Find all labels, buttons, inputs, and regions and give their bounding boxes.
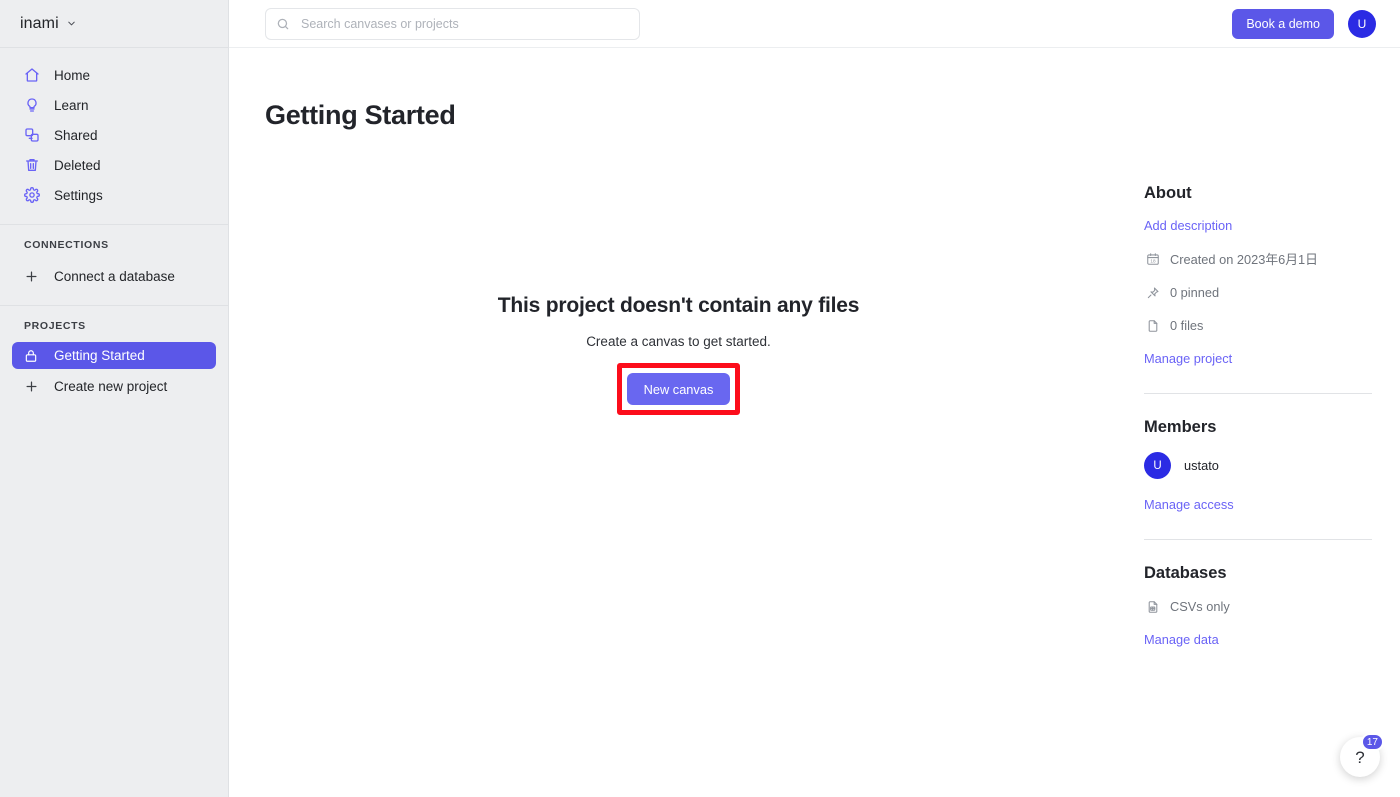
create-new-project-button[interactable]: Create new project (12, 371, 216, 401)
member-list-item[interactable]: U ustato (1144, 452, 1372, 479)
plus-icon (24, 269, 44, 284)
details-panel: About Add description 18 Created on 2023… (1128, 48, 1400, 797)
files-text: 0 files (1170, 318, 1204, 333)
connect-database-button[interactable]: Connect a database (12, 261, 216, 291)
empty-state-title: This project doesn't contain any files (497, 294, 860, 317)
top-bar: Book a demo U (229, 0, 1400, 48)
connect-database-label: Connect a database (54, 268, 175, 284)
highlight-box: New canvas (616, 363, 741, 415)
sidebar-item-label: Deleted (54, 157, 101, 173)
add-description-link[interactable]: Add description (1144, 218, 1372, 233)
search-icon (276, 17, 292, 31)
workspace-name: inami (20, 14, 59, 32)
plus-icon (24, 379, 44, 394)
manage-project-link[interactable]: Manage project (1144, 351, 1372, 366)
databases-heading: Databases (1144, 564, 1227, 582)
search-input[interactable] (301, 16, 629, 31)
topbar-actions: Book a demo U (1232, 8, 1376, 39)
help-button[interactable]: ? 17 (1340, 733, 1384, 777)
home-icon (24, 66, 44, 84)
main-area: Book a demo U Getting Started This proje… (229, 0, 1400, 797)
connections-heading: CONNECTIONS (24, 239, 109, 251)
members-heading: Members (1144, 418, 1217, 436)
connections-section: CONNECTIONS Connect a database (0, 225, 228, 306)
database-text: CSVs only (1170, 599, 1230, 614)
lightbulb-icon (24, 96, 44, 114)
database-row: CSVs only (1144, 598, 1372, 615)
avatar[interactable]: U (1348, 9, 1376, 38)
members-section: Members U ustato Manage access (1144, 418, 1372, 512)
sidebar-item-learn[interactable]: Learn (12, 90, 216, 120)
created-on-text: Created on 2023年6月1日 (1170, 252, 1318, 267)
sidebar: inami Home Learn Shared Deleted Settings… (0, 0, 229, 797)
empty-state: This project doesn't contain any files C… (229, 294, 1128, 415)
shared-icon (24, 126, 44, 144)
lock-icon (24, 347, 44, 365)
projects-heading: PROJECTS (24, 320, 86, 332)
sidebar-item-getting-started[interactable]: Getting Started (12, 342, 216, 369)
manage-data-link[interactable]: Manage data (1144, 632, 1372, 647)
gear-icon (24, 186, 44, 204)
projects-section: PROJECTS Getting Started Create new proj… (0, 306, 228, 415)
sidebar-item-label: Learn (54, 97, 89, 113)
about-heading: About (1144, 184, 1192, 202)
divider (1144, 393, 1372, 394)
book-a-demo-button[interactable]: Book a demo (1232, 8, 1334, 39)
member-name: ustato (1184, 458, 1219, 473)
sidebar-item-shared[interactable]: Shared (12, 120, 216, 150)
created-on-row: 18 Created on 2023年6月1日 (1144, 249, 1372, 268)
help-badge: 17 (1360, 733, 1384, 751)
manage-access-link[interactable]: Manage access (1144, 497, 1372, 512)
databases-section: Databases CSVs only Manage data (1144, 564, 1372, 647)
primary-nav: Home Learn Shared Deleted Settings (0, 48, 228, 225)
new-canvas-button[interactable]: New canvas (626, 373, 731, 405)
sidebar-item-label: Settings (54, 187, 103, 203)
calendar-icon: 18 (1144, 250, 1161, 267)
chevron-down-icon (66, 18, 77, 29)
content-area: Getting Started This project doesn't con… (229, 48, 1400, 797)
pinned-text: 0 pinned (1170, 285, 1220, 300)
pin-icon (1144, 284, 1161, 301)
search-box[interactable] (265, 7, 640, 40)
file-icon (1144, 317, 1161, 334)
about-section: About Add description 18 Created on 2023… (1144, 184, 1372, 366)
sidebar-item-home[interactable]: Home (12, 60, 216, 90)
empty-state-subtitle: Create a canvas to get started. (586, 334, 771, 349)
member-avatar: U (1144, 452, 1171, 479)
files-row: 0 files (1144, 317, 1372, 334)
page-title: Getting Started (265, 100, 456, 130)
create-new-project-label: Create new project (54, 378, 168, 394)
app-root: inami Home Learn Shared Deleted Settings… (0, 0, 1400, 797)
sidebar-item-deleted[interactable]: Deleted (12, 150, 216, 180)
sidebar-item-label: Shared (54, 127, 98, 143)
project-content: Getting Started This project doesn't con… (229, 48, 1128, 797)
sidebar-item-settings[interactable]: Settings (12, 180, 216, 210)
divider (1144, 539, 1372, 540)
sidebar-item-label: Getting Started (54, 348, 145, 363)
pinned-row: 0 pinned (1144, 284, 1372, 301)
workspace-switcher[interactable]: inami (0, 0, 228, 48)
csv-file-icon (1144, 598, 1161, 615)
question-mark-icon: ? (1355, 747, 1365, 767)
trash-icon (24, 156, 44, 174)
svg-text:18: 18 (1150, 258, 1156, 263)
sidebar-item-label: Home (54, 67, 91, 83)
